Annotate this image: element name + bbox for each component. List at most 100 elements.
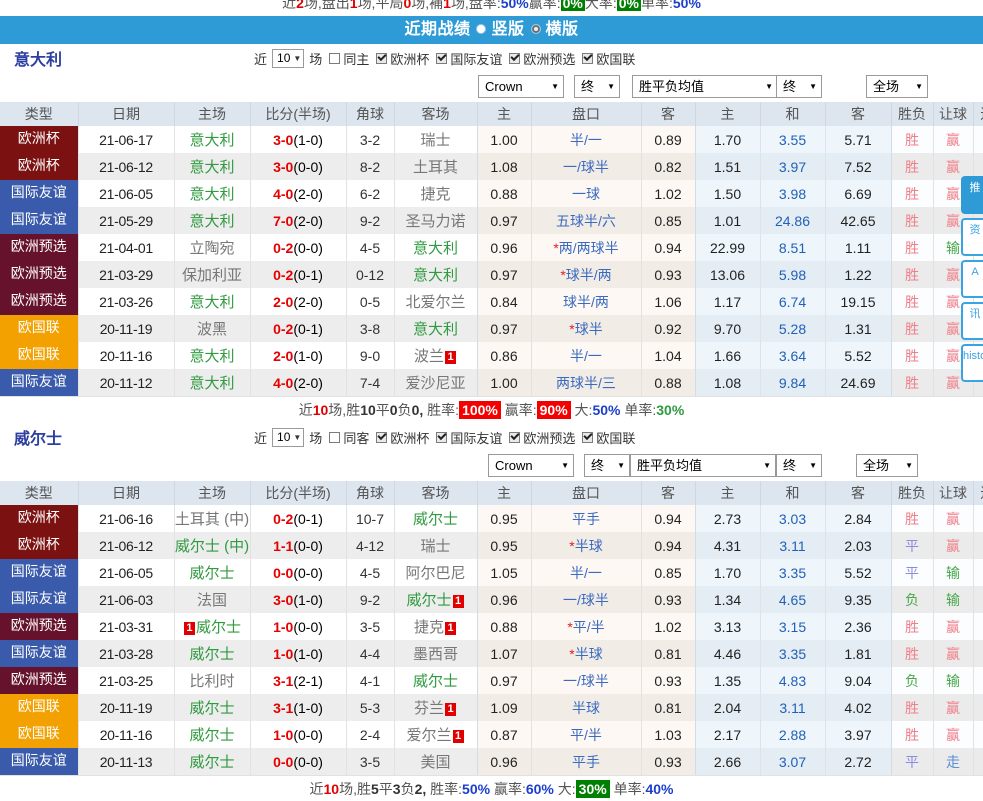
- cell-home-team[interactable]: 威尔士: [174, 721, 251, 748]
- column-header-6[interactable]: 客场: [394, 481, 478, 505]
- cell-away-team[interactable]: 北爱尔兰: [394, 288, 478, 315]
- dropdown-1[interactable]: Crown ▼: [488, 454, 574, 477]
- dropdown-5[interactable]: 全场 ▼: [866, 75, 928, 98]
- dropdown-1[interactable]: Crown ▼: [478, 75, 564, 98]
- column-header-11[interactable]: 和: [760, 102, 826, 126]
- match-type-badge[interactable]: 国际友谊: [0, 369, 77, 396]
- cell-away-team[interactable]: 瑞士: [394, 532, 478, 559]
- away-team-name[interactable]: 爱尔兰: [406, 727, 451, 744]
- away-team-name[interactable]: 芬兰: [414, 700, 444, 717]
- column-header-4[interactable]: 比分(半场): [250, 102, 347, 126]
- cell-home-team[interactable]: 威尔士: [174, 694, 251, 721]
- column-header-2[interactable]: 日期: [78, 481, 175, 505]
- home-team-name[interactable]: 土耳其 (中): [175, 511, 249, 528]
- cell-away-team[interactable]: 墨西哥: [394, 640, 478, 667]
- home-team-name[interactable]: 保加利亚: [182, 267, 242, 284]
- side-tab-1[interactable]: 推: [961, 176, 983, 214]
- cell-away-team[interactable]: 意大利: [394, 234, 478, 261]
- checkbox-competition-3-label[interactable]: 欧洲预选: [523, 49, 575, 68]
- away-team-name[interactable]: 威尔士: [413, 673, 458, 690]
- column-header-5[interactable]: 角球: [346, 102, 395, 126]
- column-header-10[interactable]: 主: [695, 481, 761, 505]
- cell-home-team[interactable]: 意大利: [174, 369, 251, 396]
- side-tab-2[interactable]: 资: [961, 218, 983, 256]
- cell-home-team[interactable]: 意大利: [174, 207, 251, 234]
- checkbox-competition-1-icon[interactable]: [376, 52, 388, 64]
- cell-away-team[interactable]: 波兰 1: [394, 342, 478, 369]
- cell-home-team[interactable]: 土耳其 (中): [174, 505, 251, 532]
- table-row[interactable]: 国际友谊 21-06-03 法国 3-0(1-0) 9-2 威尔士 1 0.96 一/球半 0.9…: [0, 586, 983, 613]
- checkbox-competition-4-icon[interactable]: [582, 52, 594, 64]
- match-type-badge[interactable]: 国际友谊: [0, 586, 77, 613]
- column-header-1[interactable]: 类型: [0, 102, 79, 126]
- home-team-name[interactable]: 威尔士: [189, 754, 234, 771]
- cell-home-team[interactable]: 意大利: [174, 288, 251, 315]
- table-row[interactable]: 欧洲杯 21-06-12 威尔士 (中) 1-1(0-0) 4-12 瑞士 0.95 *半球 0…: [0, 532, 983, 559]
- cell-home-team[interactable]: 威尔士: [174, 748, 251, 775]
- home-team-name[interactable]: 威尔士 (中): [175, 538, 249, 555]
- away-team-name[interactable]: 美国: [420, 754, 450, 771]
- column-header-3[interactable]: 主场: [174, 102, 251, 126]
- table-row[interactable]: 欧洲杯 21-06-12 意大利 3-0(0-0) 8-2 土耳其 1.08 一/球半 0.82…: [0, 153, 983, 180]
- table-row[interactable]: 国际友谊 21-06-05 威尔士 0-0(0-0) 4-5 阿尔巴尼 1.05 半/一 0.8…: [0, 559, 983, 586]
- match-type-badge[interactable]: 欧国联: [0, 315, 77, 342]
- column-header-14[interactable]: 让球: [933, 481, 974, 505]
- home-team-name[interactable]: 比利时: [189, 673, 234, 690]
- checkbox-competition-1-icon[interactable]: [376, 431, 388, 443]
- match-type-badge[interactable]: 欧洲杯: [0, 153, 77, 180]
- checkbox-same-side-label[interactable]: 同客: [343, 428, 369, 447]
- cell-away-team[interactable]: 美国: [394, 748, 478, 775]
- cell-away-team[interactable]: 意大利: [394, 315, 478, 342]
- home-team-name[interactable]: 威尔士: [189, 646, 234, 663]
- cell-away-team[interactable]: 威尔士: [394, 667, 478, 694]
- dropdown-4[interactable]: 终 ▼: [776, 75, 822, 98]
- dropdown-2[interactable]: 终 ▼: [574, 75, 620, 98]
- cell-home-team[interactable]: 意大利: [174, 153, 251, 180]
- column-header-3[interactable]: 主场: [174, 481, 251, 505]
- cell-home-team[interactable]: 比利时: [174, 667, 251, 694]
- cell-away-team[interactable]: 威尔士 1: [394, 586, 478, 613]
- column-header-9[interactable]: 客: [641, 102, 696, 126]
- cell-away-team[interactable]: 意大利: [394, 261, 478, 288]
- cell-home-team[interactable]: 意大利: [174, 180, 251, 207]
- away-team-name[interactable]: 波兰: [414, 348, 444, 365]
- away-team-name[interactable]: 土耳其: [413, 159, 458, 176]
- side-tab-4[interactable]: 讯: [961, 302, 983, 340]
- away-team-name[interactable]: 瑞士: [420, 132, 450, 149]
- away-team-name[interactable]: 意大利: [413, 240, 458, 257]
- column-header-10[interactable]: 主: [695, 102, 761, 126]
- match-type-badge[interactable]: 欧洲预选: [0, 261, 77, 288]
- checkbox-same-side-icon[interactable]: [329, 431, 341, 443]
- checkbox-competition-1-label[interactable]: 欧洲杯: [390, 428, 429, 447]
- home-team-name[interactable]: 波黑: [197, 321, 227, 338]
- match-type-badge[interactable]: 国际友谊: [0, 207, 77, 234]
- match-type-badge[interactable]: 国际友谊: [0, 640, 77, 667]
- dropdown-3[interactable]: 胜平负均值 ▼: [632, 75, 778, 98]
- table-row[interactable]: 国际友谊 21-06-05 意大利 4-0(2-0) 6-2 捷克 0.88 一球 1.02 1.…: [0, 180, 983, 207]
- table-row[interactable]: 国际友谊 20-11-12 意大利 4-0(2-0) 7-4 爱沙尼亚 1.00 两球半/三 0…: [0, 369, 983, 396]
- dropdown-5[interactable]: 全场 ▼: [856, 454, 918, 477]
- checkbox-competition-2-icon[interactable]: [436, 431, 448, 443]
- checkbox-same-side-icon[interactable]: [329, 52, 341, 64]
- match-type-badge[interactable]: 欧洲预选: [0, 288, 77, 315]
- match-count-select[interactable]: 10 ▼: [272, 48, 305, 68]
- match-type-badge[interactable]: 欧洲预选: [0, 234, 77, 261]
- cell-away-team[interactable]: 圣马力诺: [394, 207, 478, 234]
- home-team-name[interactable]: 意大利: [189, 159, 234, 176]
- cell-home-team[interactable]: 意大利: [174, 342, 251, 369]
- home-team-name[interactable]: 意大利: [189, 132, 234, 149]
- table-row[interactable]: 欧洲预选 21-03-31 1 威尔士 1-0(0-0) 3-5 捷克 1 0.88 *平/半 1.…: [0, 613, 983, 640]
- column-header-14[interactable]: 让球: [933, 102, 974, 126]
- cell-home-team[interactable]: 保加利亚: [174, 261, 251, 288]
- column-header-8[interactable]: 盘口: [531, 481, 642, 505]
- cell-away-team[interactable]: 爱沙尼亚: [394, 369, 478, 396]
- match-type-badge[interactable]: 国际友谊: [0, 748, 77, 775]
- home-team-name[interactable]: 威尔士: [189, 565, 234, 582]
- match-count-select[interactable]: 10 ▼: [272, 427, 305, 447]
- home-team-name[interactable]: 意大利: [189, 348, 234, 365]
- cell-away-team[interactable]: 芬兰 1: [394, 694, 478, 721]
- home-team-name[interactable]: 意大利: [189, 186, 234, 203]
- cell-home-team[interactable]: 立陶宛: [174, 234, 251, 261]
- home-team-name[interactable]: 意大利: [189, 294, 234, 311]
- table-row[interactable]: 欧洲杯 21-06-16 土耳其 (中) 0-2(0-1) 10-7 威尔士 0.95 平手 0…: [0, 505, 983, 532]
